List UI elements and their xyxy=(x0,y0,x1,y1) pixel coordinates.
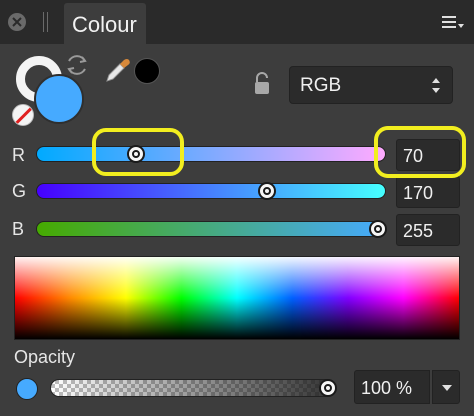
opacity-color-swatch xyxy=(16,378,38,400)
swap-icon[interactable] xyxy=(64,52,90,78)
g-slider-thumb[interactable] xyxy=(258,182,276,200)
highlight-annotation-thumb xyxy=(92,128,184,176)
colour-model-value: RGB xyxy=(300,75,342,96)
no-color-icon[interactable] xyxy=(12,104,34,126)
opacity-label: Opacity xyxy=(14,347,76,367)
tab-label: Colour xyxy=(72,12,137,37)
tab-bar: Colour xyxy=(0,0,474,44)
colour-model-select[interactable]: RGB xyxy=(289,66,453,104)
picked-color-swatch[interactable] xyxy=(134,58,160,84)
b-value-field[interactable]: 255 xyxy=(396,214,460,246)
opacity-slider-track[interactable] xyxy=(50,379,334,397)
channel-label-r: R xyxy=(12,145,25,165)
g-slider-track[interactable] xyxy=(36,183,386,199)
channel-label-b: B xyxy=(12,219,25,239)
drag-handle-icon[interactable] xyxy=(43,12,49,32)
menu-icon[interactable] xyxy=(442,14,464,32)
g-value-field[interactable]: 170 xyxy=(396,176,460,208)
eyedropper-icon[interactable] xyxy=(104,56,132,84)
opacity-value-field[interactable]: 100 % xyxy=(354,370,430,404)
opacity-value: 100 % xyxy=(361,378,413,398)
close-icon[interactable] xyxy=(8,13,26,31)
b-value: 255 xyxy=(403,221,434,241)
lock-icon[interactable] xyxy=(252,72,272,96)
b-slider-track[interactable] xyxy=(36,221,386,237)
opacity-slider-thumb[interactable] xyxy=(319,379,337,397)
channel-label-g: G xyxy=(12,181,27,201)
opacity-dropdown-button[interactable] xyxy=(432,370,460,404)
r-slider-track[interactable] xyxy=(36,146,386,162)
colour-spectrum[interactable] xyxy=(14,256,460,340)
b-slider-thumb[interactable] xyxy=(369,220,387,238)
tab-colour[interactable]: Colour xyxy=(64,3,146,44)
highlight-annotation-field xyxy=(374,126,466,178)
stepper-arrows-icon xyxy=(432,77,440,95)
chevron-down-icon xyxy=(442,385,452,391)
g-value: 170 xyxy=(403,183,434,203)
primary-color-well[interactable] xyxy=(34,74,84,124)
